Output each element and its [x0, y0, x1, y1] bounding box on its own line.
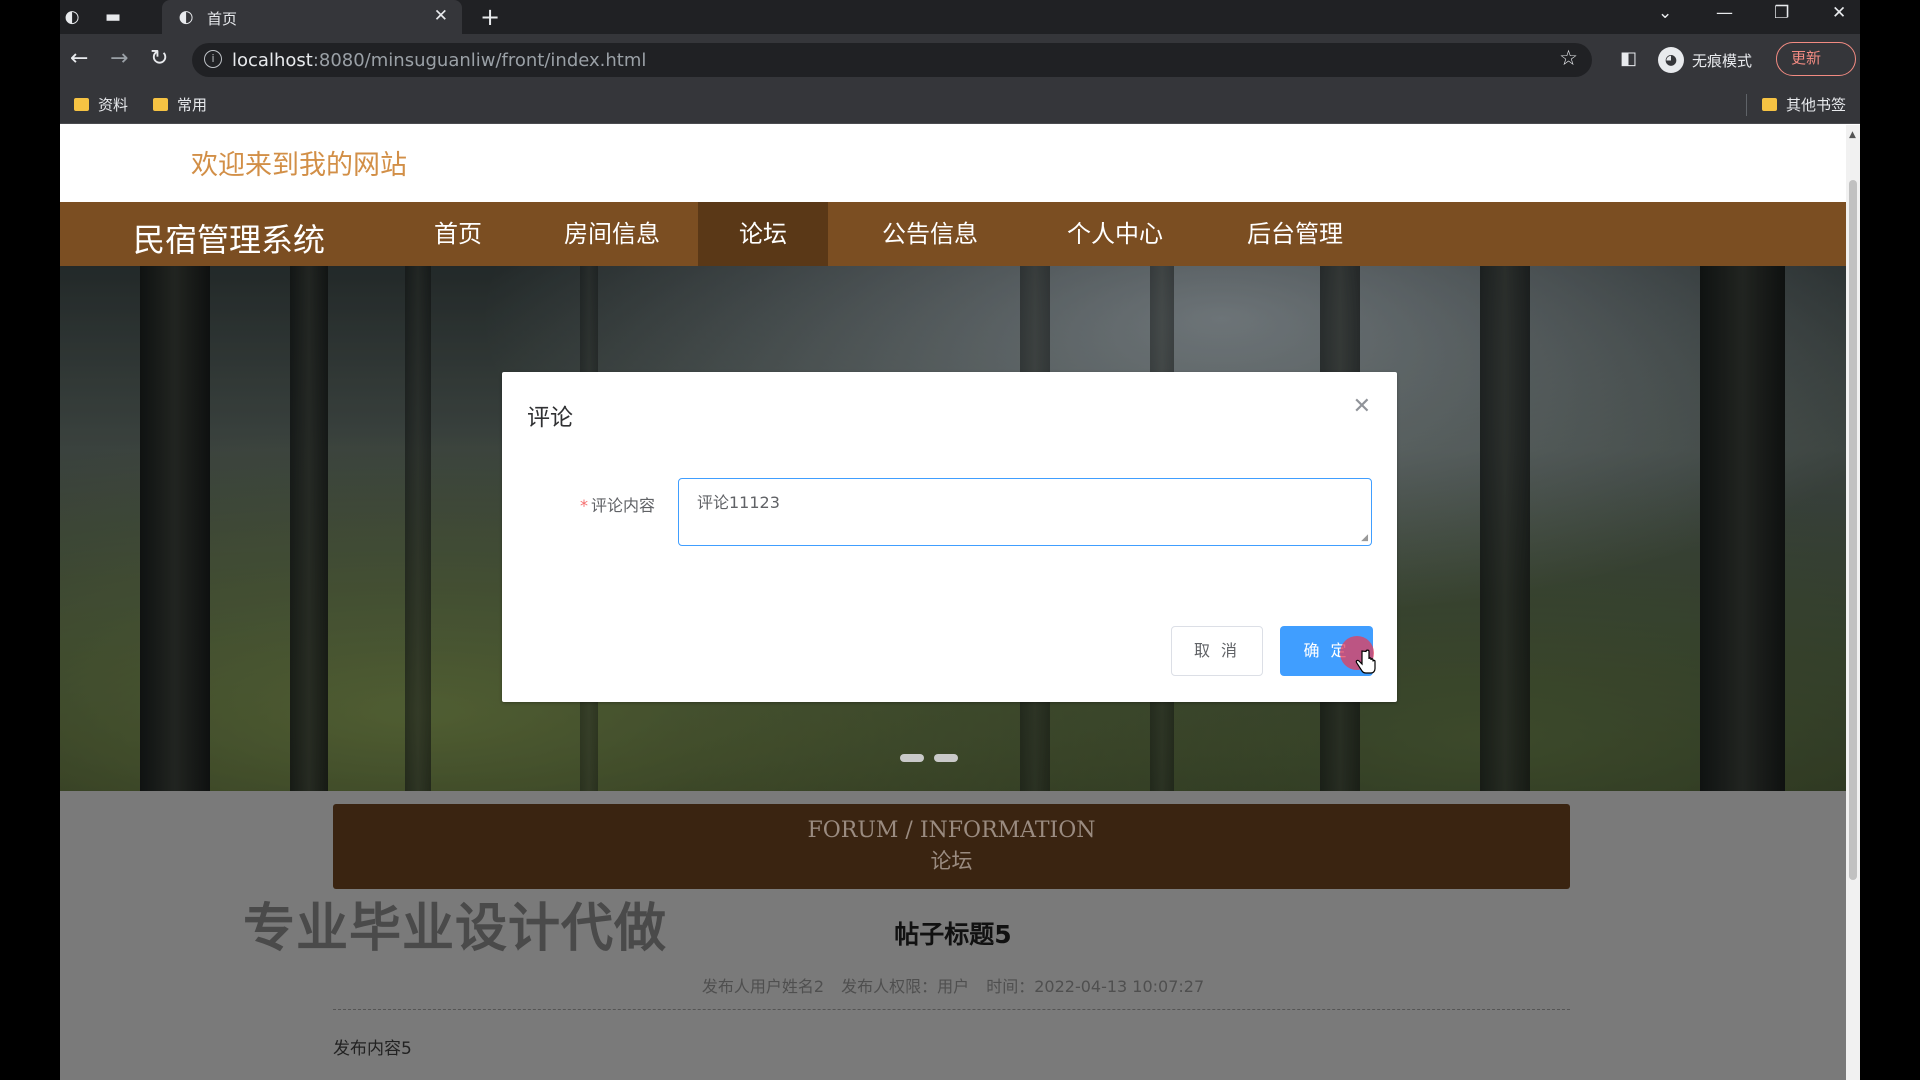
nav-forum[interactable]: 论坛 [698, 202, 828, 266]
welcome-text: 欢迎来到我的网站 [191, 150, 407, 181]
tab-list-chevron-icon[interactable]: ⌄ [1658, 3, 1672, 23]
dialog-close-icon[interactable]: ✕ [1353, 394, 1371, 419]
site-info-icon[interactable]: i [204, 50, 222, 68]
cancel-button[interactable]: 取 消 [1171, 626, 1263, 676]
post-content: 发布内容5 [333, 1039, 412, 1059]
reload-icon[interactable]: ↻ [150, 46, 168, 71]
other-bookmarks-label: 其他书签 [1786, 96, 1847, 114]
other-bookmarks[interactable]: 其他书签 [1762, 94, 1846, 115]
bookmark-folder-ziliao[interactable]: 资料 [74, 94, 128, 115]
post-divider [333, 1009, 1570, 1010]
site-brand: 民宿管理系统 [133, 221, 326, 259]
incognito-label: 无痕模式 [1692, 51, 1753, 70]
update-button[interactable]: 更新 ⋮ [1776, 42, 1856, 76]
page-favicon-icon: ◐ [178, 7, 194, 27]
comment-textarea[interactable]: 评论11123 ◢ [678, 478, 1372, 546]
address-bar[interactable]: i localhost:8080/minsuguanliw/front/inde… [192, 43, 1592, 77]
incognito-indicator[interactable]: ◕ 无痕模式 [1658, 44, 1752, 76]
post-meta: 发布人用户姓名2 发布人权限：用户 时间：2022-04-13 10:07:27 [60, 973, 1846, 997]
update-label: 更新 [1791, 49, 1822, 67]
forward-arrow-icon[interactable]: → [110, 46, 128, 71]
comment-dialog: 评论 ✕ * 评论内容 评论11123 ◢ 取 消 确 定 [502, 372, 1397, 702]
restore-icon[interactable]: ❐ [1774, 3, 1789, 23]
carousel-indicators [900, 754, 958, 762]
folder-icon [74, 98, 89, 111]
browser-toolbar: ← → ↻ i localhost:8080/minsuguanliw/fron… [60, 34, 1860, 86]
back-arrow-icon[interactable]: ← [70, 46, 88, 71]
comment-value: 评论11123 [697, 493, 780, 512]
post-title: 帖子标题5 [894, 920, 1012, 949]
section-title-en: FORUM / INFORMATION [807, 818, 1096, 843]
bookmark-star-icon[interactable]: ☆ [1559, 46, 1578, 70]
post-role: 发布人权限：用户 [841, 977, 970, 996]
folder-icon [1762, 98, 1777, 111]
desktop-left-edge [0, 0, 60, 1080]
post-author: 发布人用户姓名2 [701, 977, 825, 996]
nav-admin[interactable]: 后台管理 [1225, 202, 1365, 266]
carousel-dot[interactable] [900, 754, 924, 762]
resize-handle-icon[interactable]: ◢ [1361, 533, 1368, 543]
nav-rooms[interactable]: 房间信息 [542, 202, 682, 266]
folder-icon [153, 98, 168, 111]
new-tab-icon[interactable]: + [480, 3, 500, 31]
bookmarks-divider [1746, 94, 1747, 116]
browser-menu-icon[interactable]: ◐ [62, 7, 82, 27]
comment-field-label: * 评论内容 [580, 496, 656, 515]
minimize-icon[interactable]: — [1716, 3, 1733, 23]
bookmark-label: 资料 [98, 96, 129, 114]
bookmark-label: 常用 [177, 96, 208, 114]
site-navbar: 民宿管理系统 首页 房间信息 论坛 公告信息 个人中心 后台管理 [60, 202, 1846, 266]
scroll-up-icon[interactable]: ▲ [1849, 130, 1856, 140]
section-title-cn: 论坛 [930, 849, 973, 873]
nav-notices[interactable]: 公告信息 [860, 202, 1000, 266]
page-scrollbar[interactable]: ▲ [1846, 125, 1860, 1080]
url-text: localhost:8080/minsuguanliw/front/index.… [232, 50, 647, 71]
carousel-dot[interactable] [934, 754, 958, 762]
tab-title: 首页 [207, 10, 238, 28]
tab-home[interactable]: ◐ 首页 ✕ [162, 0, 462, 34]
side-panel-icon[interactable]: ◧ [1620, 48, 1637, 69]
desktop-right-edge [1860, 0, 1920, 1080]
tab-bar: ◐ ▬ ◐ 首页 ✕ + ⌄ — ❐ ✕ [60, 0, 1860, 34]
nav-personal-center[interactable]: 个人中心 [1040, 202, 1190, 266]
browser-window: ◐ ▬ ◐ 首页 ✕ + ⌄ — ❐ ✕ ← → ↻ i localhost:8… [60, 0, 1860, 1080]
tab-search-icon[interactable]: ▬ [103, 7, 123, 27]
bookmark-folder-changyong[interactable]: 常用 [153, 94, 207, 115]
section-header: FORUM / INFORMATION 论坛 [333, 804, 1570, 889]
scroll-thumb[interactable] [1849, 180, 1857, 880]
nav-home[interactable]: 首页 [410, 202, 506, 266]
dialog-title: 评论 [527, 405, 573, 431]
web-page: 欢迎来到我的网站 民宿管理系统 首页 房间信息 论坛 公告信息 个人中心 后台管… [60, 125, 1860, 1080]
forum-section: FORUM / INFORMATION 论坛 专业毕业设计代做 帖子标题5 发布… [60, 791, 1846, 1080]
post-time: 时间：2022-04-13 10:07:27 [986, 977, 1205, 996]
bookmarks-bar: 资料 常用 其他书签 [60, 86, 1860, 124]
hand-cursor-icon [1355, 649, 1376, 674]
incognito-icon: ◕ [1658, 47, 1684, 73]
window-close-icon[interactable]: ✕ [1832, 3, 1846, 23]
tab-close-icon[interactable]: ✕ [434, 6, 448, 26]
